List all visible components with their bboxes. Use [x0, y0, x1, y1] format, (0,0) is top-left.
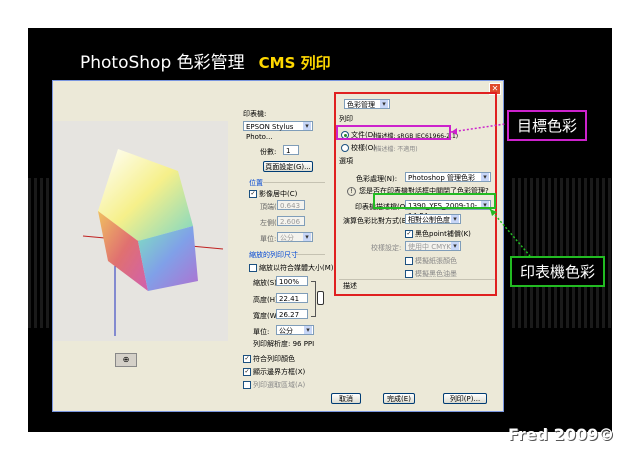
- copyright-footer: Fred 2009©: [508, 425, 615, 444]
- annotation-arrows: [450, 123, 531, 257]
- target-color-callout: 目標色彩: [507, 110, 588, 141]
- printer-color-callout: 印表機色彩: [510, 256, 606, 287]
